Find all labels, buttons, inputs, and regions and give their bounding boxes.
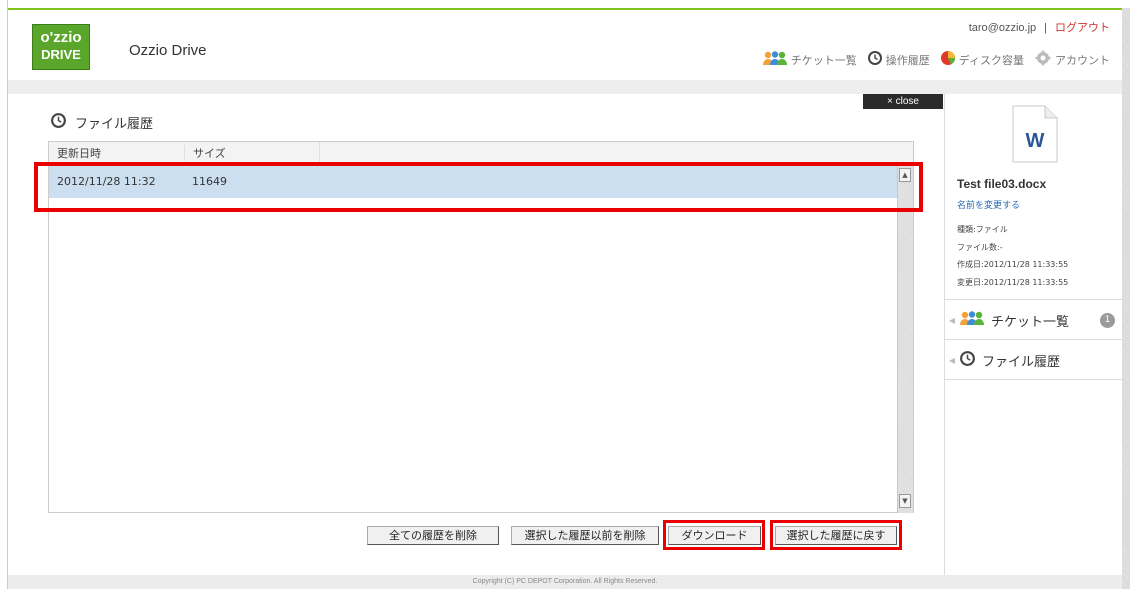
divider: [945, 339, 1123, 340]
divider: [945, 299, 1123, 300]
gear-icon: [1034, 50, 1052, 69]
delete-before-selected-button[interactable]: 選択した履歴以前を削除: [511, 526, 659, 545]
nav-account-label: アカウント: [1055, 53, 1110, 67]
sidebar-item-tickets-label: チケット一覧: [991, 314, 1070, 330]
file-name: Test file03.docx: [957, 177, 1047, 191]
ozzio-drive-logo[interactable]: o'zzio DRIVE: [32, 24, 90, 70]
pie-chart-icon: [940, 50, 956, 69]
user-info: taro@ozzio.jp | ログアウト: [969, 19, 1110, 35]
nav-tickets-label: チケット一覧: [790, 53, 857, 67]
nav-history-label: 操作履歴: [885, 53, 930, 67]
close-button[interactable]: × close: [863, 94, 943, 109]
user-email: taro@ozzio.jp: [968, 22, 1037, 34]
created-date: 作成日:2012/11/28 11:33:55: [957, 260, 1069, 269]
panel-title-label: ファイル履歴: [75, 117, 154, 132]
sidebar-item-tickets[interactable]: ◀ チケット一覧 1: [945, 302, 1123, 338]
modified-date: 変更日:2012/11/28 11:33:55: [957, 278, 1069, 287]
divider: [945, 379, 1123, 380]
user-separator: |: [1044, 22, 1047, 34]
panel-title: ファイル履歴: [50, 112, 153, 133]
nav-disk[interactable]: ディスク容量: [940, 50, 1024, 69]
file-type: 種類:ファイル: [957, 225, 1008, 234]
users-icon: [762, 50, 788, 69]
clock-icon: [867, 50, 883, 69]
app-header: o'zzio DRIVE Ozzio Drive taro@ozzio.jp | ロ…: [8, 8, 1122, 80]
table-header: 更新日時 サイズ: [49, 142, 913, 164]
logo-line2: DRIVE: [41, 47, 81, 62]
clock-icon: [959, 350, 976, 371]
download-button-highlight: [663, 520, 765, 550]
nav-account[interactable]: アカウント: [1034, 50, 1110, 69]
logout-link[interactable]: ログアウト: [1055, 22, 1110, 34]
header-divider: [8, 80, 1122, 94]
selected-row-highlight: [34, 162, 923, 212]
sidebar-item-file-history[interactable]: ◀ ファイル履歴: [945, 342, 1123, 378]
app-title: Ozzio Drive: [129, 42, 207, 59]
top-navigation: チケット一覧 操作履歴 ディスク容量 アカウント: [752, 50, 1110, 69]
restore-button-highlight: [770, 520, 902, 550]
delete-all-history-button[interactable]: 全ての履歴を削除: [367, 526, 499, 545]
logo-line1: o'zzio: [40, 29, 82, 46]
column-header-size[interactable]: サイズ: [184, 144, 319, 161]
footer: Copyright (C) PC DEPOT Corporation. All …: [8, 575, 1122, 589]
word-document-icon: W: [1011, 105, 1059, 163]
table-scrollbar[interactable]: [897, 165, 913, 513]
ticket-count-badge: 1: [1100, 312, 1115, 328]
column-header-empty: [319, 142, 913, 163]
file-count: ファイル数:-: [957, 243, 1003, 252]
window-scrollbar[interactable]: [1122, 8, 1130, 589]
column-header-date[interactable]: 更新日時: [49, 145, 184, 161]
svg-text:W: W: [1026, 130, 1045, 152]
nav-history[interactable]: 操作履歴: [867, 50, 930, 69]
chevron-left-icon: ◀: [948, 315, 956, 325]
window-left-edge: [0, 0, 8, 589]
chevron-left-icon: ◀: [948, 355, 956, 365]
nav-tickets[interactable]: チケット一覧: [762, 50, 857, 69]
rename-link[interactable]: 名前を変更する: [957, 198, 1020, 211]
file-info-sidebar: W Test file03.docx 名前を変更する 種類:ファイル ファイル数…: [944, 94, 1123, 575]
users-icon: [959, 310, 985, 330]
scroll-down-arrow-icon[interactable]: ▼: [899, 494, 911, 508]
nav-disk-label: ディスク容量: [958, 53, 1024, 67]
sidebar-item-file-history-label: ファイル履歴: [982, 354, 1061, 370]
clock-icon: [50, 112, 67, 133]
